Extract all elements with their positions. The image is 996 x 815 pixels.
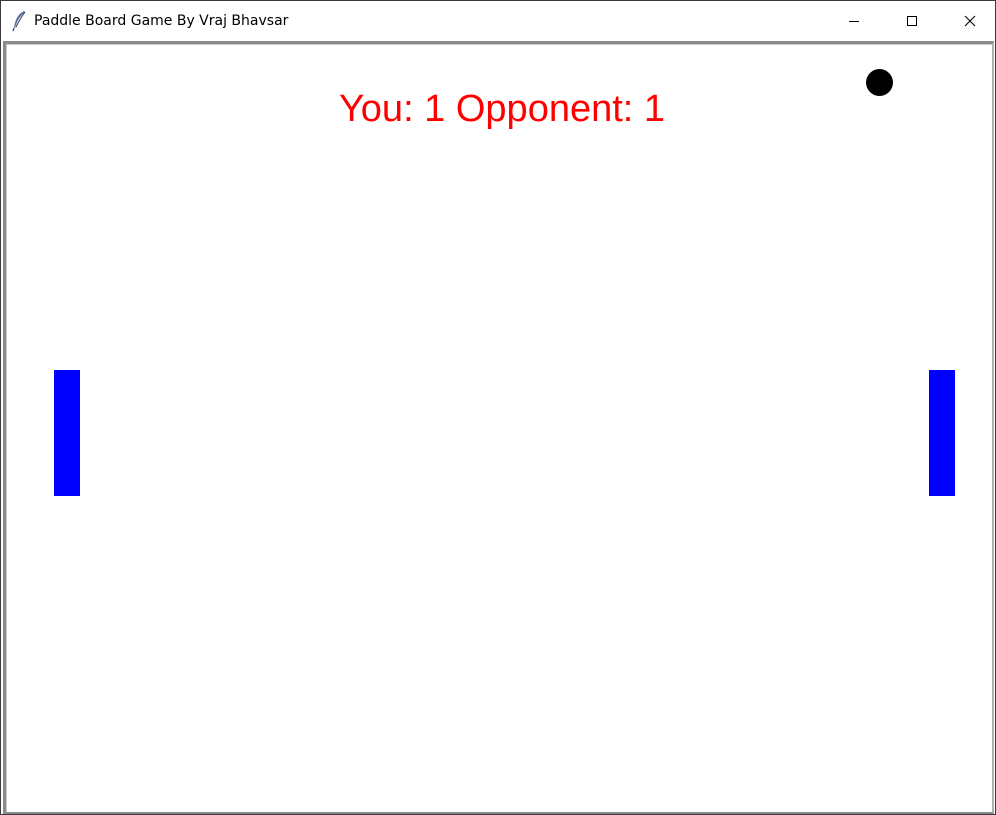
opponent-paddle — [929, 370, 955, 496]
window-title: Paddle Board Game By Vraj Bhavsar — [34, 13, 289, 29]
minimize-button[interactable] — [825, 1, 883, 41]
score-text: You: 1 Opponent: 1 — [338, 88, 666, 130]
ball — [866, 69, 893, 96]
close-icon — [964, 15, 976, 27]
player-paddle[interactable] — [54, 370, 80, 496]
minimize-icon — [848, 15, 860, 27]
game-canvas[interactable] — [6, 44, 992, 812]
title-bar[interactable]: Paddle Board Game By Vraj Bhavsar — [1, 1, 995, 41]
maximize-icon — [906, 15, 918, 27]
maximize-button[interactable] — [883, 1, 941, 41]
close-button[interactable] — [941, 1, 996, 41]
app-window: Paddle Board Game By Vraj Bhavsar You: 1… — [0, 0, 996, 815]
feather-icon — [10, 10, 28, 32]
